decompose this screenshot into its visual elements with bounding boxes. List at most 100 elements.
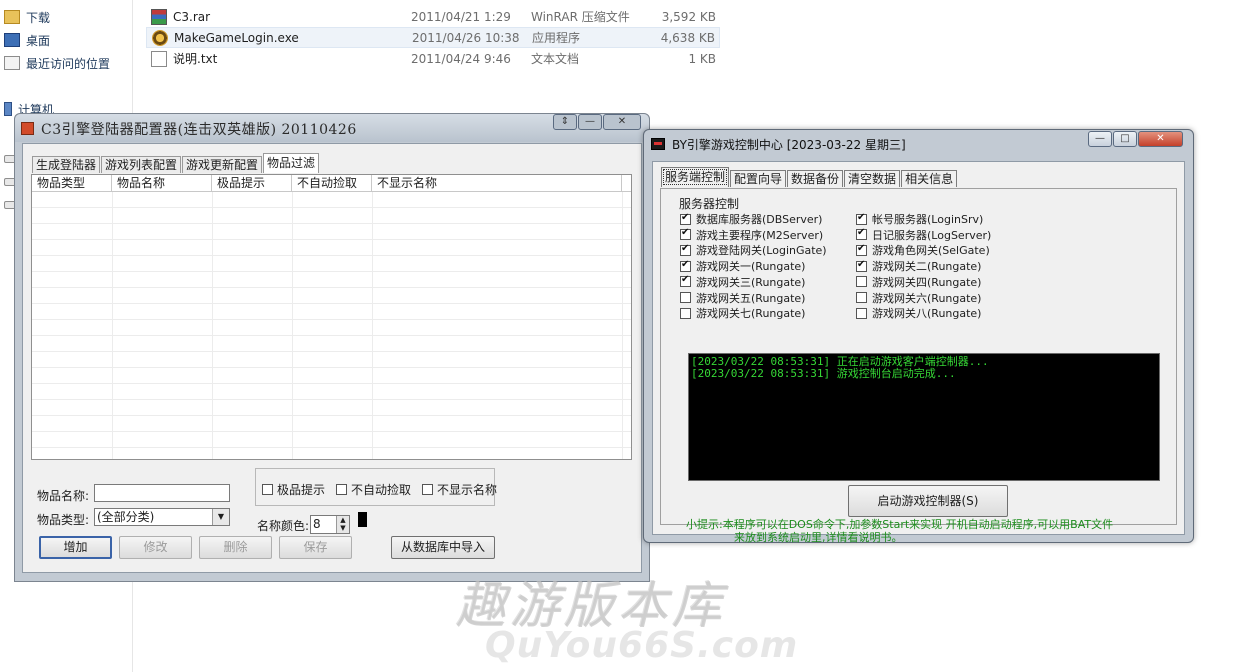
file-name: 说明.txt xyxy=(173,52,218,66)
file-name: MakeGameLogin.exe xyxy=(174,30,299,45)
checkbox-box[interactable] xyxy=(856,307,867,319)
service-checkbox[interactable]: 游戏网关二(Rungate) xyxy=(856,258,981,274)
grid-line xyxy=(372,192,373,459)
config-window: C3引擎登陆器配置器(连击双英雄版) 20110426 ⇕ — ✕ 生成登陆器 … xyxy=(14,113,650,582)
tab-clear-data[interactable]: 清空数据 xyxy=(844,170,901,187)
delete-button[interactable]: 删除 xyxy=(199,536,272,559)
service-checkbox[interactable]: 游戏网关五(Rungate) xyxy=(680,290,805,306)
checkbox-box[interactable] xyxy=(680,259,691,272)
column-hide-name[interactable]: 不显示名称 xyxy=(372,175,622,191)
control-tabs: 服务端控制 配置向导 数据备份 清空数据 相关信息 xyxy=(661,167,958,187)
nav-item-desktop[interactable]: 桌面 xyxy=(4,30,50,50)
config-window-client: 生成登陆器 游戏列表配置 游戏更新配置 物品过滤 物品类型 物品名称 极品提示 … xyxy=(22,143,642,573)
checkbox-box[interactable] xyxy=(856,212,867,225)
grid-line xyxy=(212,192,213,459)
maximize-button[interactable]: □ xyxy=(1113,131,1137,147)
tab-data-backup[interactable]: 数据备份 xyxy=(787,170,844,187)
service-label: 帐号服务器(LoginSrv) xyxy=(872,213,984,226)
log-line: [2023/03/22 08:53:31] 游戏控制台启动完成... xyxy=(691,367,956,380)
service-checkbox[interactable]: 数据库服务器(DBServer) xyxy=(680,211,822,227)
checkbox-box[interactable] xyxy=(680,243,691,256)
checkbox-box[interactable] xyxy=(422,484,433,495)
column-item-type[interactable]: 物品类型 xyxy=(32,175,112,191)
checkbox-box[interactable] xyxy=(680,292,691,303)
service-checkbox[interactable]: 日记服务器(LogServer) xyxy=(856,227,991,243)
rar-archive-icon xyxy=(151,8,167,25)
service-checkbox[interactable]: 游戏网关六(Rungate) xyxy=(856,290,981,306)
service-checkbox[interactable]: 游戏网关七(Rungate) xyxy=(680,305,805,321)
import-from-database-button[interactable]: 从数据库中导入 xyxy=(391,536,495,559)
checkbox-box[interactable] xyxy=(680,227,691,241)
control-window-titlebar[interactable]: BY引擎游戏控制中心 [2023-03-22 星期三] — □ ✕ xyxy=(644,130,1193,158)
tab-server-control[interactable]: 服务端控制 xyxy=(661,167,730,187)
hide-name-checkbox[interactable]: 不显示名称 xyxy=(422,481,497,498)
checkbox-box[interactable] xyxy=(680,274,691,288)
config-tabs: 生成登陆器 游戏列表配置 游戏更新配置 物品过滤 xyxy=(32,153,320,173)
checkbox-box[interactable] xyxy=(856,227,867,241)
rare-hint-checkbox[interactable]: 极品提示 xyxy=(262,481,325,498)
checkbox-box[interactable] xyxy=(680,212,691,225)
service-label: 游戏登陆网关(LoginGate) xyxy=(696,244,827,258)
config-window-titlebar[interactable]: C3引擎登陆器配置器(连击双英雄版) 20110426 ⇕ — ✕ xyxy=(15,114,649,142)
column-item-name[interactable]: 物品名称 xyxy=(112,175,212,191)
service-label: 游戏主要程序(M2Server) xyxy=(696,228,824,242)
service-label: 游戏网关四(Rungate) xyxy=(872,275,982,289)
service-checkbox[interactable]: 游戏网关四(Rungate) xyxy=(856,274,981,290)
name-color-spinner[interactable]: 8 ▲ ▼ xyxy=(310,515,350,534)
file-date: 2011/04/24 9:46 xyxy=(411,51,511,66)
checkbox-box[interactable] xyxy=(680,307,691,319)
file-row[interactable]: 说明.txt 2011/04/24 9:46 文本文档 1 KB xyxy=(146,48,720,69)
control-window-client: 服务端控制 配置向导 数据备份 清空数据 相关信息 服务器控制 数据库服务器(D… xyxy=(652,161,1185,544)
add-button[interactable]: 增加 xyxy=(39,536,112,559)
column-no-autopick[interactable]: 不自动捡取 xyxy=(292,175,372,191)
tab-game-update[interactable]: 游戏更新配置 xyxy=(182,156,263,173)
service-checkbox[interactable]: 帐号服务器(LoginSrv) xyxy=(856,211,983,227)
tab-about[interactable]: 相关信息 xyxy=(901,170,958,187)
checkbox-box[interactable] xyxy=(856,276,867,288)
start-game-controller-button[interactable]: 启动游戏控制器(S) xyxy=(848,485,1008,517)
checkbox-label: 不自动捡取 xyxy=(351,483,412,497)
edit-button[interactable]: 修改 xyxy=(119,536,192,559)
item-name-input[interactable] xyxy=(94,484,230,502)
server-control-panel: 服务器控制 数据库服务器(DBServer) 游戏主要程序(M2Server) 游戏… xyxy=(660,188,1177,544)
close-button[interactable]: ✕ xyxy=(1138,131,1183,147)
save-button[interactable]: 保存 xyxy=(279,536,352,559)
checkbox-box[interactable] xyxy=(336,484,347,495)
item-filter-list[interactable]: 物品类型 物品名称 极品提示 不自动捡取 不显示名称 xyxy=(31,174,632,460)
tab-game-list[interactable]: 游戏列表配置 xyxy=(101,156,182,173)
service-checkbox[interactable]: 游戏网关八(Rungate) xyxy=(856,305,981,321)
nav-item-recent[interactable]: 最近访问的位置 xyxy=(4,53,110,73)
file-type: 文本文档 xyxy=(531,52,580,66)
nav-item-downloads[interactable]: 下载 xyxy=(4,7,50,27)
grid-line xyxy=(292,192,293,459)
file-date: 2011/04/26 10:38 xyxy=(412,30,520,45)
list-header: 物品类型 物品名称 极品提示 不自动捡取 不显示名称 xyxy=(32,175,631,192)
service-checkbox[interactable]: 游戏角色网关(SelGate) xyxy=(856,242,990,258)
service-checkbox[interactable]: 游戏网关三(Rungate) xyxy=(680,274,805,290)
restore-button[interactable]: ⇕ xyxy=(553,114,577,130)
spin-arrows-icon[interactable]: ▲ ▼ xyxy=(336,516,349,533)
minimize-button[interactable]: — xyxy=(1088,131,1112,147)
close-button[interactable]: ✕ xyxy=(603,114,641,130)
dropdown-arrow-icon[interactable]: ▼ xyxy=(212,509,229,525)
file-row[interactable]: C3.rar 2011/04/21 1:29 WinRAR 压缩文件 3,592… xyxy=(146,6,720,27)
item-type-select[interactable]: (全部分类) ▼ xyxy=(94,508,230,526)
app-icon xyxy=(21,122,34,135)
checkbox-box[interactable] xyxy=(262,484,273,495)
minimize-button[interactable]: — xyxy=(578,114,602,130)
service-checkbox[interactable]: 游戏网关一(Rungate) xyxy=(680,258,805,274)
no-autopick-checkbox[interactable]: 不自动捡取 xyxy=(336,481,411,498)
service-checkbox[interactable]: 游戏主要程序(M2Server) xyxy=(680,227,823,243)
file-row-selected[interactable]: MakeGameLogin.exe 2011/04/26 10:38 应用程序 … xyxy=(146,27,720,48)
service-checkbox[interactable]: 游戏登陆网关(LoginGate) xyxy=(680,242,827,258)
service-label: 数据库服务器(DBServer) xyxy=(696,213,823,226)
checkbox-box[interactable] xyxy=(856,243,867,256)
item-type-value: (全部分类) xyxy=(97,510,155,524)
checkbox-box[interactable] xyxy=(856,292,867,303)
tab-config-wizard[interactable]: 配置向导 xyxy=(730,170,787,187)
column-rare-hint[interactable]: 极品提示 xyxy=(212,175,292,191)
tab-item-filter[interactable]: 物品过滤 xyxy=(263,153,320,173)
checkbox-box[interactable] xyxy=(856,259,867,272)
tab-generate-launcher[interactable]: 生成登陆器 xyxy=(32,156,101,173)
hint-text: 小提示:本程序可以在DOS命令下,加参数Start来实现 开机自动启动程序,可以… xyxy=(686,518,1164,544)
